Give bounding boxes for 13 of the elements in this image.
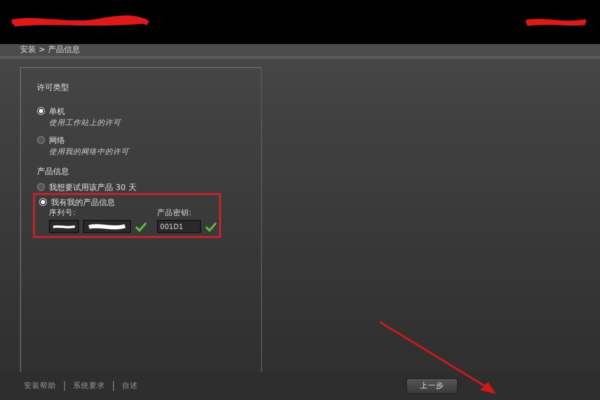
input-field[interactable] xyxy=(49,220,79,233)
radio-button[interactable] xyxy=(39,198,47,206)
radio-button[interactable] xyxy=(37,183,45,191)
section-heading: 许可类型 xyxy=(37,82,70,93)
radio-button[interactable] xyxy=(37,136,45,144)
option-label: 我有我的产品信息 xyxy=(51,196,115,208)
option-label: 我想要试用该产品 30 天 xyxy=(49,182,136,192)
option-label: 单机 xyxy=(49,106,65,116)
section-heading: 产品信息 xyxy=(37,166,70,177)
input-field[interactable] xyxy=(83,220,131,233)
option-label: 网络 xyxy=(49,134,65,146)
radio-button[interactable] xyxy=(37,107,45,115)
breadcrumb: 安装 > 产品信息 xyxy=(20,46,80,54)
